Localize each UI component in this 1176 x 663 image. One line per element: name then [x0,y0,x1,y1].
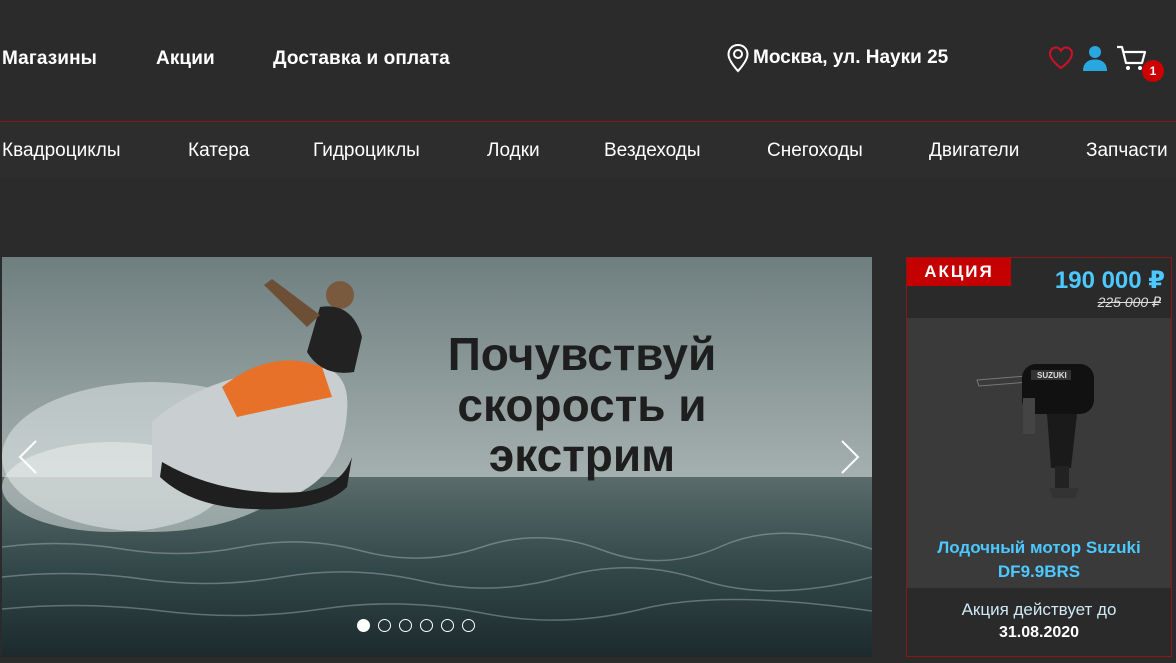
svg-text:SUZUKI: SUZUKI [1037,371,1067,380]
slider-dot[interactable] [441,619,454,632]
category-atv[interactable]: Квадроциклы [2,140,121,162]
slider-dot[interactable] [357,619,370,632]
top-header: Магазины Акции Доставка и оплата Москва,… [0,0,1176,122]
slider-dot[interactable] [378,619,391,632]
slide-headline: Почувствуй скорость и экстрим [447,328,717,482]
nav-link-delivery[interactable]: Доставка и оплата [273,48,450,70]
user-icon[interactable] [1082,44,1108,72]
slider-prev-arrow[interactable] [14,437,44,477]
promo-badge: АКЦИЯ [907,258,1011,286]
category-boats-motor[interactable]: Катера [188,140,249,162]
store-location[interactable]: Москва, ул. Науки 25 [726,38,948,78]
category-jetskis[interactable]: Гидроциклы [313,140,420,162]
slider-next-arrow[interactable] [834,437,864,477]
promo-valid-date: 31.08.2020 [998,624,1080,641]
category-snowmobiles[interactable]: Снегоходы [767,140,863,162]
location-address: Москва, ул. Науки 25 [753,47,949,68]
slider-dot[interactable] [399,619,412,632]
promo-valid-label: Акция действует до [961,600,1117,619]
promo-product-name[interactable]: Лодочный мотор Suzuki DF9.9BRS [907,536,1171,584]
category-parts[interactable]: Запчасти [1086,140,1168,162]
outboard-motor-image[interactable]: SUZUKI [967,348,1107,508]
hero-slider[interactable]: Почувствуй скорость и экстрим [2,257,872,657]
category-nav: Квадроциклы Катера Гидроциклы Лодки Везд… [0,123,1176,178]
promo-header: АКЦИЯ 190 000 ₽ 225 000 ₽ [907,258,1171,318]
slider-dot[interactable] [462,619,475,632]
cart-count-badge: 1 [1142,60,1164,82]
category-all-terrain[interactable]: Вездеходы [604,140,701,162]
promo-card[interactable]: АКЦИЯ 190 000 ₽ 225 000 ₽ SUZUKI Лодочны… [906,257,1172,657]
heart-icon[interactable] [1047,44,1075,72]
category-boats[interactable]: Лодки [487,140,540,162]
slider-dot[interactable] [420,619,433,632]
nav-link-stores[interactable]: Магазины [2,48,97,70]
promo-validity: Акция действует до 31.08.2020 [907,588,1171,656]
promo-price: 190 000 ₽ [1054,267,1165,294]
slider-pagination [357,619,475,632]
promo-old-price: 225 000 ₽ [1097,294,1161,310]
category-engines[interactable]: Двигатели [929,140,1019,162]
map-pin-icon [727,43,749,73]
nav-link-promotions[interactable]: Акции [156,48,215,70]
